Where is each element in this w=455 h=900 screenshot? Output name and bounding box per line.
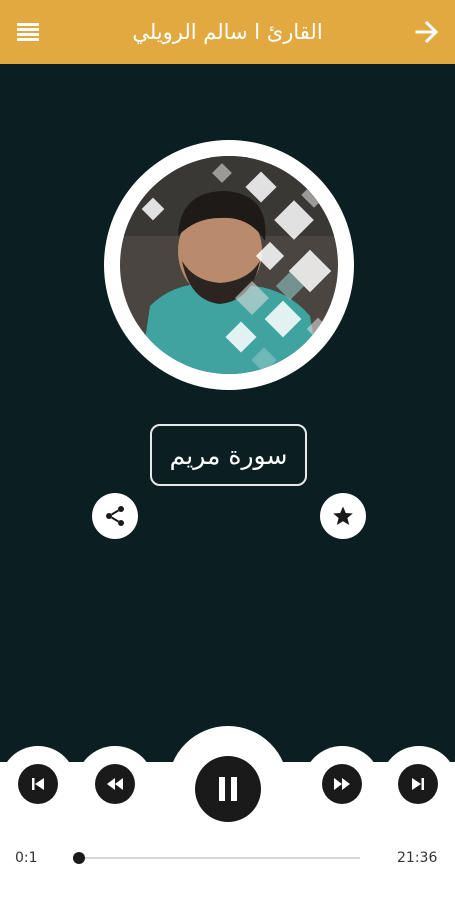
- skip-next-button[interactable]: [398, 764, 438, 804]
- skip-next-icon: [412, 778, 424, 790]
- pause-icon: [219, 777, 237, 801]
- back-button[interactable]: [411, 16, 443, 48]
- rewind-button[interactable]: [95, 764, 135, 804]
- fast-forward-icon: [334, 778, 350, 790]
- menu-button[interactable]: [12, 16, 44, 48]
- page-title: القارئ ا سالم الرويلي: [132, 20, 323, 44]
- seek-bar-thumb[interactable]: [73, 852, 85, 864]
- hamburger-menu-icon: [17, 23, 39, 41]
- seek-bar-track[interactable]: [78, 857, 360, 859]
- favorite-button[interactable]: [320, 493, 366, 539]
- fast-forward-button[interactable]: [322, 764, 362, 804]
- rewind-icon: [107, 778, 123, 790]
- surah-name-label: سورة مريم: [150, 424, 307, 486]
- current-time: 0:1: [15, 850, 38, 866]
- star-icon: [333, 506, 353, 525]
- skip-previous-icon: [32, 778, 44, 790]
- share-button[interactable]: [92, 493, 138, 539]
- reciter-avatar-frame: [104, 140, 354, 390]
- share-icon: [106, 506, 124, 526]
- total-time: 21:36: [397, 850, 438, 866]
- reciter-avatar: [120, 156, 338, 374]
- arrow-right-icon: [415, 20, 439, 44]
- pause-button[interactable]: [195, 756, 261, 822]
- main-content: سورة مريم: [0, 64, 455, 764]
- skip-previous-button[interactable]: [18, 764, 58, 804]
- top-app-bar: القارئ ا سالم الرويلي: [0, 0, 455, 64]
